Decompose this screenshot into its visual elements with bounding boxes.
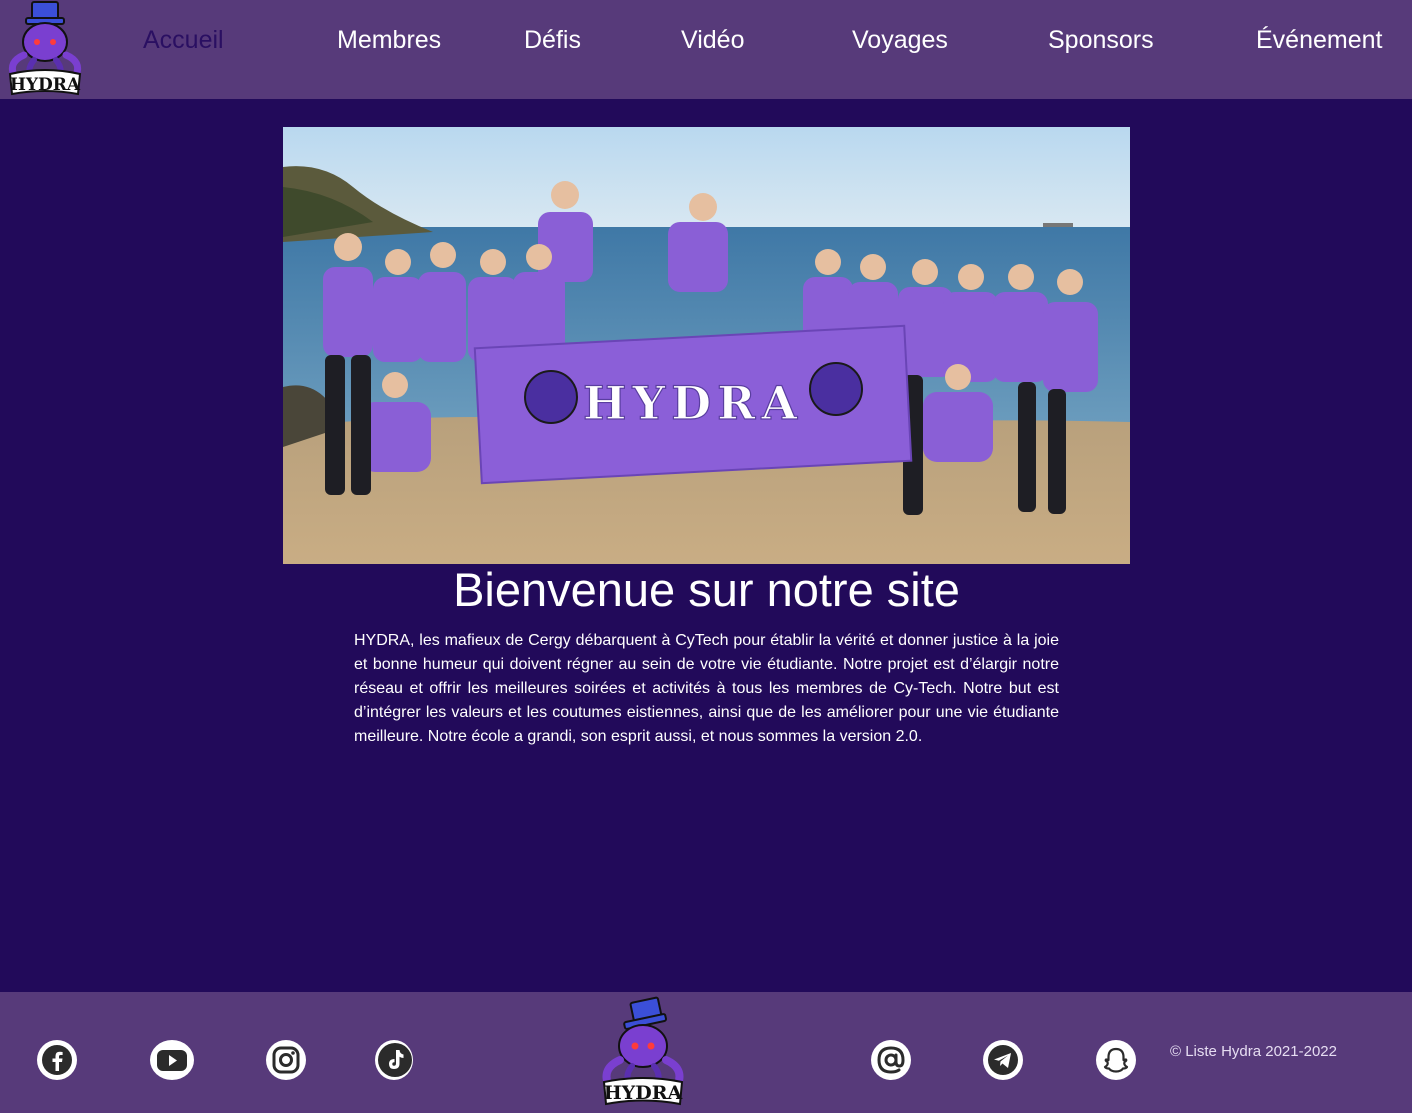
- nav-membres[interactable]: Membres: [337, 26, 441, 55]
- snapchat-icon[interactable]: [1096, 1040, 1136, 1080]
- nav-accueil[interactable]: Accueil: [143, 26, 224, 55]
- svg-text:HYDRA: HYDRA: [604, 1082, 683, 1104]
- group-photo: HYDRA: [283, 127, 1130, 564]
- top-navbar: HYDRA Accueil Membres Défis Vidéo Voyage…: [0, 0, 1412, 99]
- facebook-icon[interactable]: [37, 1040, 77, 1080]
- copyright-text: © Liste Hydra 2021-2022: [1170, 1043, 1337, 1060]
- banner-text: HYDRA: [583, 376, 803, 430]
- instagram-icon[interactable]: [266, 1040, 306, 1080]
- nav-voyages[interactable]: Voyages: [852, 26, 948, 55]
- nav-defis[interactable]: Défis: [524, 26, 581, 55]
- tiktok-icon[interactable]: [375, 1040, 413, 1080]
- page-title: Bienvenue sur notre site: [453, 563, 960, 616]
- hydra-footer-logo[interactable]: HYDRA: [598, 996, 688, 1108]
- nav-video[interactable]: Vidéo: [681, 26, 745, 55]
- hydra-logo[interactable]: HYDRA: [4, 0, 86, 98]
- youtube-icon[interactable]: [150, 1040, 194, 1080]
- telegram-icon[interactable]: [983, 1040, 1023, 1080]
- svg-text:HYDRA: HYDRA: [10, 75, 81, 95]
- intro-paragraph: HYDRA, les mafieux de Cergy débarquent à…: [354, 632, 1059, 745]
- nav-evenement[interactable]: Événement: [1256, 26, 1382, 55]
- nav-sponsors[interactable]: Sponsors: [1048, 26, 1154, 55]
- at-sign-icon[interactable]: [871, 1040, 911, 1080]
